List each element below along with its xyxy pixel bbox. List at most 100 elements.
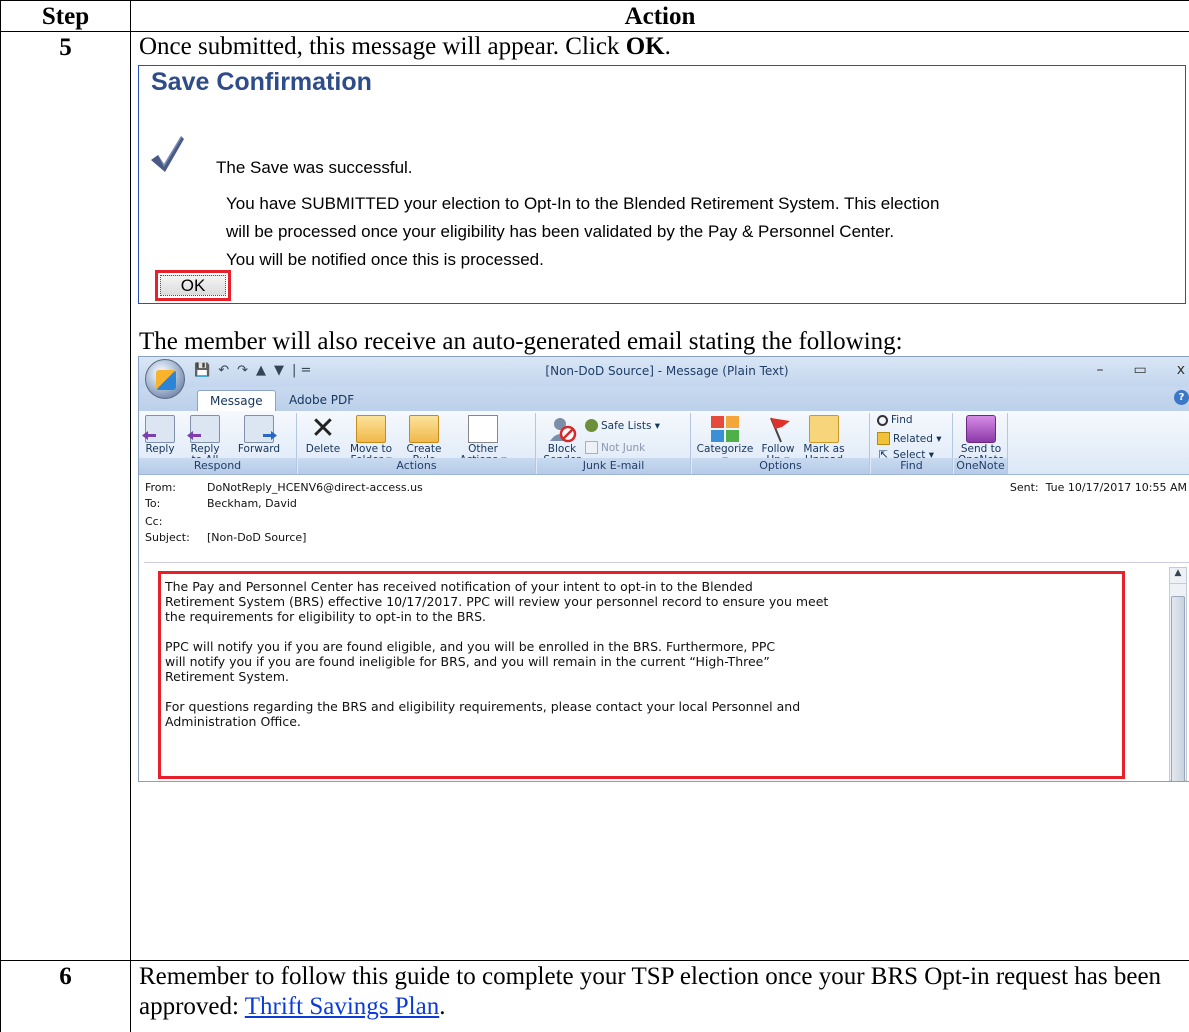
sent-label: Sent:	[1009, 481, 1039, 494]
related-icon	[877, 432, 890, 445]
safe-lists-button[interactable]: Safe Lists ▾	[585, 419, 660, 432]
respond-group-label: Respond	[139, 458, 296, 474]
tab-adobe-pdf[interactable]: Adobe PDF	[277, 390, 366, 411]
scroll-thumb[interactable]	[1171, 596, 1185, 781]
email-header: From: DoNotReply_HCENV6@direct-access.us…	[139, 475, 1189, 561]
group-options: Categorize▾ FollowUp ▾ Mark asUnread Opt…	[692, 413, 870, 474]
from-label: From:	[145, 481, 176, 494]
reply-all-arrow-icon	[187, 431, 201, 440]
forward-arrow-icon	[263, 431, 277, 440]
group-find: Find Related ▾ ⇱ Select ▾ Find	[871, 413, 953, 474]
to-value: Beckham, David	[207, 497, 297, 510]
ribbon: Reply Replyto All Forward Respond	[139, 411, 1189, 475]
find-label: Find	[891, 414, 913, 426]
body-scrollbar[interactable]: ▲	[1169, 567, 1187, 781]
step-6-period: .	[439, 993, 446, 1020]
safe-lists-icon	[585, 419, 598, 432]
window-controls: – ▭ x	[1096, 362, 1185, 378]
group-actions: ✕ Delete Move toFolder ▾ CreateRule	[298, 413, 536, 474]
forward-button[interactable]: Forward	[235, 415, 283, 455]
sent-value: Tue 10/17/2017 10:55 AM	[1045, 481, 1187, 494]
instruction-period: .	[664, 33, 671, 60]
move-folder-icon	[356, 415, 386, 443]
help-icon[interactable]: ?	[1174, 390, 1189, 405]
dialog-title: Save Confirmation	[151, 68, 372, 96]
actions-group-label: Actions	[298, 458, 535, 474]
group-onenote: Send toOneNote OneNote	[954, 413, 1008, 474]
safe-lists-label: Safe Lists ▾	[601, 419, 661, 432]
instruction-text: Once submitted, this message will appear…	[139, 33, 626, 60]
reply-button[interactable]: Reply	[142, 415, 177, 455]
action-cell-step-6: Remember to follow this guide to complet…	[130, 960, 1189, 1032]
reply-icon	[142, 415, 175, 443]
success-message: The Save was successful.	[216, 158, 413, 177]
group-junk-email: BlockSender Safe Lists ▾ Not Junk Junk E…	[537, 413, 691, 474]
cc-label: Cc:	[145, 515, 163, 528]
ribbon-tabs: Message Adobe PDF ?	[139, 387, 1189, 411]
procedure-table: Step Action 5 Once submitted, this messa…	[0, 0, 1189, 1032]
mark-unread-icon	[809, 415, 839, 443]
find-icon	[877, 414, 888, 426]
tab-message[interactable]: Message	[197, 390, 276, 411]
email-intro: The member will also receive an auto-gen…	[139, 328, 903, 355]
block-sender-glyph	[550, 418, 577, 443]
subject-label: Subject:	[145, 531, 190, 544]
not-junk-button[interactable]: Not Junk	[585, 441, 645, 454]
block-sender-icon	[547, 415, 577, 443]
delete-icon: ✕	[310, 411, 336, 446]
not-junk-label: Not Junk	[601, 441, 646, 454]
not-junk-icon	[585, 441, 598, 454]
step-number: 5	[0, 31, 131, 961]
minimize-icon[interactable]: –	[1096, 362, 1103, 378]
sent-info: Sent: Tue 10/17/2017 10:55 AM	[1010, 481, 1187, 495]
flag-glyph	[770, 417, 790, 443]
close-icon[interactable]: x	[1177, 362, 1185, 378]
from-value: DoNotReply_HCENV6@direct-access.us	[207, 481, 423, 494]
window-title: [Non-DoD Source] - Message (Plain Text)	[545, 364, 789, 378]
find-button[interactable]: Find	[877, 414, 913, 426]
step-5-instruction: Once submitted, this message will appear…	[139, 33, 1181, 63]
window-titlebar: 💾 ↶ ↷ ▲ ▼ | = [Non-DoD Source] - Message…	[139, 357, 1189, 399]
confirmation-line-1: You have SUBMITTED your election to Opt-…	[226, 194, 940, 213]
related-button[interactable]: Related ▾	[877, 432, 942, 445]
onenote-icon	[966, 415, 996, 443]
body-paragraph-3: For questions regarding the BRS and elig…	[165, 699, 801, 729]
forward-icon	[244, 415, 277, 443]
maximize-icon[interactable]: ▭	[1133, 362, 1146, 378]
subject-value: [Non-DoD Source]	[207, 531, 307, 544]
delete-button[interactable]: ✕ Delete	[304, 411, 342, 455]
scroll-up-icon[interactable]: ▲	[1170, 568, 1186, 584]
instruction-bold-ok: OK	[625, 33, 665, 60]
reply-all-icon	[187, 415, 220, 443]
reply-label: Reply	[145, 443, 175, 455]
step-number: 6	[0, 960, 131, 1032]
confirmation-line-2: will be processed once your eligibility …	[226, 222, 895, 241]
action-header: Action	[130, 0, 1189, 32]
action-cell-step-5: Once submitted, this message will appear…	[130, 31, 1189, 961]
email-body: The Pay and Personnel Center has receive…	[144, 562, 1189, 781]
categorize-glyph	[711, 416, 739, 442]
save-confirmation-dialog: Save Confirmation The Save was successfu…	[138, 65, 1186, 304]
onenote-group-label: OneNote	[954, 458, 1007, 474]
other-actions-icon	[468, 415, 498, 443]
find-group-label: Find	[871, 458, 952, 474]
to-label: To:	[145, 497, 161, 510]
email-window: 💾 ↶ ↷ ▲ ▼ | = [Non-DoD Source] - Message…	[138, 356, 1189, 782]
forward-label: Forward	[237, 443, 281, 455]
confirmation-line-3: You will be notified once this is proces…	[226, 250, 544, 269]
body-paragraph-2: PPC will notify you if you are found eli…	[165, 639, 776, 684]
options-group-label: Options	[692, 458, 869, 474]
junk-group-label: Junk E-mail	[537, 458, 690, 474]
step-header: Step	[0, 0, 131, 32]
thrift-savings-plan-link[interactable]: Thrift Savings Plan	[245, 993, 439, 1020]
office-button[interactable]	[145, 359, 185, 399]
ok-highlight: OK	[155, 270, 231, 301]
office-logo-icon	[156, 370, 176, 390]
create-rule-icon	[409, 415, 439, 443]
reply-arrow-icon	[142, 431, 156, 440]
checkmark-icon	[151, 136, 184, 172]
related-label: Related ▾	[893, 432, 942, 445]
ok-button[interactable]: OK	[160, 275, 226, 296]
follow-up-flag-icon	[763, 415, 793, 443]
group-respond: Reply Replyto All Forward Respond	[139, 413, 297, 474]
